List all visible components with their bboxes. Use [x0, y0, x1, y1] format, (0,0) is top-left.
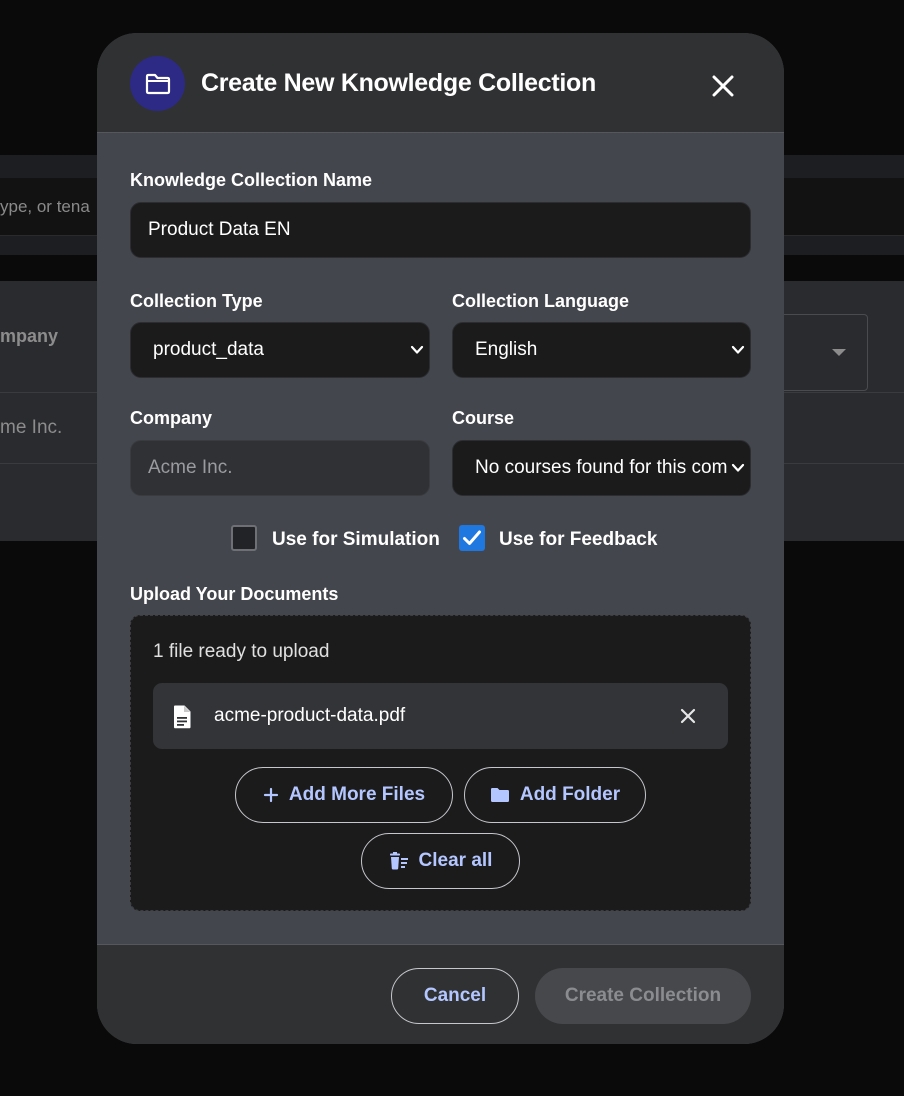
plus-icon — [263, 787, 279, 803]
clear-list-icon — [389, 852, 408, 870]
chevron-down-icon — [731, 345, 745, 354]
collection-language-select[interactable]: English — [452, 322, 751, 378]
collection-type-value: product_data — [153, 339, 264, 360]
dialog-header: Create New Knowledge Collection — [97, 33, 784, 133]
company-placeholder: Acme Inc. — [148, 457, 233, 478]
background-column-header: mpany — [0, 326, 59, 346]
company-label: Company — [130, 408, 213, 428]
use-for-simulation-label: Use for Simulation — [272, 529, 440, 550]
upload-status-text: 1 file ready to upload — [153, 641, 330, 662]
collection-name-input[interactable]: Product Data EN — [130, 202, 751, 258]
use-for-feedback-checkbox[interactable] — [459, 525, 485, 551]
add-more-files-label: Add More Files — [288, 784, 426, 805]
background-table-cell: me Inc. — [0, 417, 63, 438]
clear-all-button[interactable]: Clear all — [361, 833, 520, 889]
dialog-footer: Cancel Create Collection — [97, 944, 784, 1044]
add-more-files-button[interactable]: Add More Files — [235, 767, 453, 823]
chevron-down-icon — [410, 345, 424, 354]
remove-file-icon[interactable] — [679, 707, 697, 725]
cancel-button[interactable]: Cancel — [391, 968, 519, 1024]
collection-language-label: Collection Language — [452, 291, 630, 311]
file-name: acme-product-data.pdf — [214, 705, 406, 726]
course-value: No courses found for this company — [475, 457, 728, 478]
document-icon — [174, 705, 191, 729]
collection-language-value: English — [475, 339, 538, 360]
create-collection-button[interactable]: Create Collection — [535, 968, 751, 1024]
company-input: Acme Inc. — [130, 440, 430, 496]
use-for-feedback-label: Use for Feedback — [499, 529, 658, 550]
close-icon[interactable] — [708, 71, 738, 101]
checkmark-icon — [463, 530, 481, 545]
course-select[interactable]: No courses found for this company — [452, 440, 751, 496]
collection-name-label: Knowledge Collection Name — [130, 170, 373, 190]
use-for-simulation-checkbox[interactable] — [231, 525, 257, 551]
file-list-item: acme-product-data.pdf — [153, 683, 728, 749]
upload-dropzone[interactable]: 1 file ready to upload acme-product-data… — [130, 615, 751, 911]
background-search-placeholder: ype, or tena — [0, 197, 90, 216]
clear-all-label: Clear all — [418, 850, 493, 871]
collection-name-value: Product Data EN — [148, 219, 291, 240]
upload-documents-label: Upload Your Documents — [130, 584, 339, 604]
add-folder-label: Add Folder — [519, 784, 621, 805]
collection-type-label: Collection Type — [130, 291, 263, 311]
background-select — [770, 314, 868, 391]
course-label: Course — [452, 408, 515, 428]
chevron-down-icon — [731, 463, 745, 472]
add-folder-button[interactable]: Add Folder — [464, 767, 646, 823]
folder-icon — [130, 56, 185, 111]
folder-icon — [490, 788, 509, 802]
create-collection-dialog: Create New Knowledge Collection Knowledg… — [97, 33, 784, 1044]
collection-type-select[interactable]: product_data — [130, 322, 430, 378]
caret-down-icon — [832, 349, 846, 356]
dialog-title: Create New Knowledge Collection — [201, 69, 596, 97]
